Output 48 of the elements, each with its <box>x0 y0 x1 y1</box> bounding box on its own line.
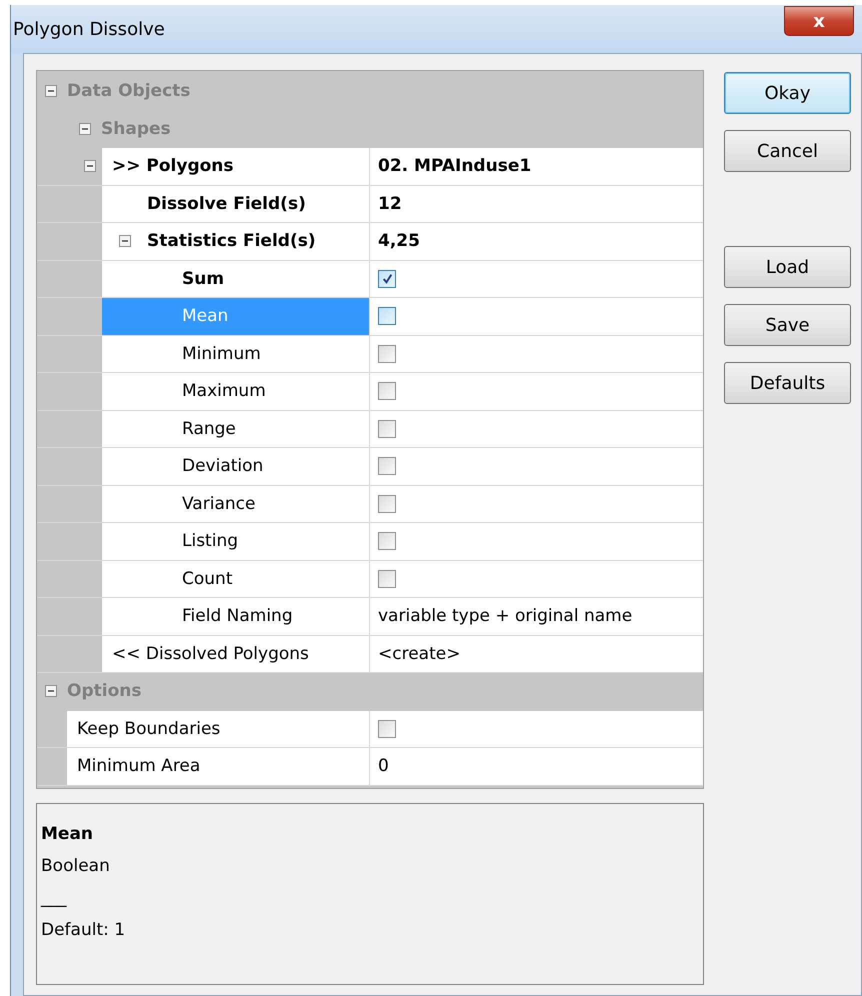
checkmark-icon <box>380 272 394 286</box>
checkbox[interactable] <box>378 382 396 400</box>
checkbox[interactable] <box>378 720 396 738</box>
property-name[interactable]: Minimum Area <box>67 748 370 784</box>
description-text: Boolean <box>41 854 111 878</box>
checkbox[interactable] <box>378 270 396 288</box>
dialog-button[interactable]: Defaults <box>724 362 851 404</box>
property-value[interactable]: 0 <box>378 756 389 776</box>
checkbox[interactable] <box>378 457 396 476</box>
dialog-button[interactable]: Save <box>724 304 851 346</box>
dialog-button[interactable]: Cancel <box>724 130 851 172</box>
property-name[interactable]: Statistics Field(s) <box>102 223 370 260</box>
property-name[interactable]: Deviation <box>102 448 370 484</box>
description-title: Mean <box>41 822 94 846</box>
collapse-icon[interactable] <box>45 85 57 98</box>
checkbox[interactable] <box>378 532 396 550</box>
description-text: ___ <box>41 886 68 910</box>
property-name[interactable]: Listing <box>102 523 370 560</box>
checkbox[interactable] <box>378 344 396 363</box>
dialog-button[interactable]: Okay <box>724 72 851 114</box>
collapse-icon[interactable] <box>45 685 57 698</box>
checkbox[interactable] <box>378 420 396 438</box>
checkbox[interactable] <box>378 570 396 588</box>
property-name[interactable]: Count <box>102 560 370 597</box>
checkbox[interactable] <box>378 307 396 326</box>
property-name[interactable]: Maximum <box>102 373 370 410</box>
category-label: Shapes <box>101 118 171 139</box>
property-name[interactable]: Field Naming <box>102 598 370 634</box>
property-name[interactable]: << Dissolved Polygons <box>102 636 370 672</box>
property-value[interactable]: 12 <box>378 194 402 214</box>
collapse-icon[interactable] <box>79 122 91 135</box>
property-name[interactable]: Variance <box>102 486 370 522</box>
property-value[interactable]: <create> <box>378 644 460 664</box>
property-name[interactable]: Minimum <box>102 336 370 372</box>
description-text: Default: 1 <box>41 918 126 942</box>
close-button[interactable]: x <box>784 6 854 36</box>
collapse-icon[interactable] <box>84 160 96 172</box>
property-name[interactable]: Sum <box>102 260 370 297</box>
category-label: Options <box>67 681 142 702</box>
dialog-button[interactable]: Load <box>724 246 851 288</box>
collapse-icon[interactable] <box>119 235 131 247</box>
property-name[interactable]: Range <box>102 410 370 447</box>
property-name[interactable]: Dissolve Field(s) <box>102 186 370 222</box>
checkbox[interactable] <box>378 494 396 513</box>
category-label: Data Objects <box>67 81 190 102</box>
property-value[interactable]: 4,25 <box>378 231 420 252</box>
property-name[interactable]: Keep Boundaries <box>67 710 370 747</box>
window-title: Polygon Dissolve <box>12 18 165 40</box>
